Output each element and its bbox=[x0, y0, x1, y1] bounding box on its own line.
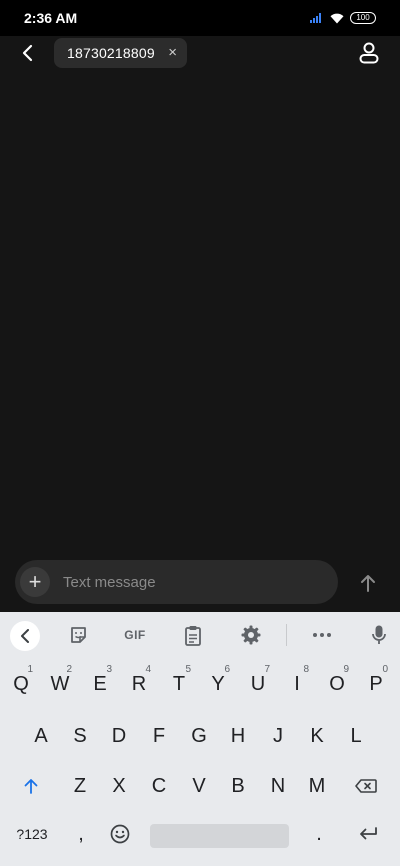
key-hint: 9 bbox=[343, 664, 349, 675]
key-hint: 3 bbox=[106, 664, 112, 675]
key-hint: 2 bbox=[66, 664, 72, 675]
toolbar-divider bbox=[286, 624, 287, 646]
emoji-key[interactable] bbox=[102, 812, 138, 856]
signal-icon bbox=[310, 13, 324, 23]
composer-box: + bbox=[15, 560, 338, 604]
gear-icon bbox=[241, 625, 261, 645]
keyboard: GIF Q 1 W 2 E 3 R 4 T 5 Y 6 U 7 I 8 O 9 … bbox=[0, 612, 400, 866]
battery-icon: 100 bbox=[350, 12, 376, 24]
recipient-number: 18730218809 bbox=[67, 45, 155, 61]
battery-level: 100 bbox=[356, 13, 370, 22]
key-m[interactable]: M bbox=[299, 764, 335, 808]
key-hint: 6 bbox=[224, 664, 230, 675]
enter-key[interactable] bbox=[350, 812, 386, 856]
sticker-icon bbox=[70, 626, 86, 643]
key-hint: 0 bbox=[382, 664, 388, 675]
back-button[interactable] bbox=[14, 40, 40, 66]
add-attachment-button[interactable]: + bbox=[20, 567, 50, 597]
keyboard-row-1: Q1 W2 E3 R4 T5 Y6 U7 I8 O9 P0 bbox=[0, 662, 400, 710]
wifi-icon bbox=[330, 13, 344, 23]
status-time: 2:36 AM bbox=[24, 10, 78, 26]
key-t[interactable]: T5 bbox=[161, 662, 197, 706]
space-key[interactable] bbox=[150, 824, 289, 848]
key-l[interactable]: L bbox=[338, 714, 374, 758]
key-g[interactable]: G bbox=[181, 714, 217, 758]
plus-icon: + bbox=[28, 569, 42, 594]
key-p[interactable]: P0 bbox=[358, 662, 394, 706]
key-a[interactable]: A bbox=[23, 714, 59, 758]
key-q[interactable]: Q1 bbox=[3, 662, 39, 706]
keyboard-toolbar: GIF bbox=[0, 612, 400, 657]
enter-icon bbox=[360, 827, 377, 840]
period-key[interactable]: . bbox=[301, 812, 337, 856]
key-z[interactable]: Z bbox=[62, 764, 98, 808]
remove-recipient-button[interactable]: × bbox=[168, 44, 177, 62]
key-k[interactable]: K bbox=[299, 714, 335, 758]
status-icons: 100 bbox=[310, 11, 376, 25]
backspace-icon bbox=[355, 779, 377, 793]
shift-key[interactable] bbox=[13, 764, 49, 808]
message-list bbox=[0, 72, 400, 560]
keyboard-row-2: A S D F G H J K L bbox=[0, 714, 400, 762]
key-y[interactable]: Y6 bbox=[200, 662, 236, 706]
key-c[interactable]: C bbox=[141, 764, 177, 808]
symbols-label: ?123 bbox=[16, 826, 48, 842]
key-r[interactable]: R4 bbox=[121, 662, 157, 706]
key-v[interactable]: V bbox=[181, 764, 217, 808]
conversation-header: 18730218809 × bbox=[0, 36, 400, 72]
key-hint: 4 bbox=[145, 664, 151, 675]
key-h[interactable]: H bbox=[220, 714, 256, 758]
message-input[interactable] bbox=[63, 560, 323, 604]
emoji-icon bbox=[110, 824, 130, 844]
comma-key[interactable]: , bbox=[63, 812, 99, 856]
clipboard-icon bbox=[185, 625, 201, 646]
key-hint: 8 bbox=[303, 664, 309, 675]
clipboard-button[interactable] bbox=[182, 623, 204, 647]
microphone-icon bbox=[372, 625, 386, 644]
key-b[interactable]: B bbox=[220, 764, 256, 808]
symbols-key[interactable]: ?123 bbox=[10, 812, 54, 856]
shift-arrow-icon bbox=[24, 779, 38, 794]
more-button[interactable] bbox=[309, 623, 335, 647]
key-hint: 7 bbox=[264, 664, 270, 675]
more-dots-icon bbox=[313, 633, 331, 637]
keyboard-row-bottom: ?123 , . bbox=[0, 812, 400, 860]
contact-button[interactable] bbox=[356, 40, 382, 66]
gif-label: GIF bbox=[124, 628, 146, 642]
composer-bar: + bbox=[0, 558, 400, 610]
sticker-button[interactable] bbox=[66, 623, 90, 647]
key-o[interactable]: O9 bbox=[319, 662, 355, 706]
key-u[interactable]: U7 bbox=[240, 662, 276, 706]
key-e[interactable]: E3 bbox=[82, 662, 118, 706]
key-d[interactable]: D bbox=[101, 714, 137, 758]
key-i[interactable]: I8 bbox=[279, 662, 315, 706]
back-arrow-icon bbox=[22, 44, 33, 62]
contact-person-icon bbox=[359, 42, 379, 64]
send-arrow-icon bbox=[361, 575, 375, 592]
key-w[interactable]: W2 bbox=[42, 662, 78, 706]
chevron-left-icon bbox=[21, 629, 29, 643]
key-hint: 1 bbox=[27, 664, 33, 675]
toolbar-back-button[interactable] bbox=[10, 621, 40, 651]
keyboard-row-3: Z X C V B N M bbox=[0, 764, 400, 812]
key-j[interactable]: J bbox=[260, 714, 296, 758]
key-hint: 5 bbox=[185, 664, 191, 675]
send-button[interactable] bbox=[354, 570, 382, 596]
gif-button[interactable]: GIF bbox=[120, 623, 150, 647]
key-f[interactable]: F bbox=[141, 714, 177, 758]
status-bar: 2:36 AM 100 bbox=[0, 0, 400, 36]
backspace-key[interactable] bbox=[348, 764, 384, 808]
settings-button[interactable] bbox=[239, 623, 263, 647]
voice-input-button[interactable] bbox=[368, 623, 390, 647]
key-n[interactable]: N bbox=[260, 764, 296, 808]
recipient-chip[interactable]: 18730218809 × bbox=[54, 38, 187, 68]
key-x[interactable]: X bbox=[101, 764, 137, 808]
key-s[interactable]: S bbox=[62, 714, 98, 758]
